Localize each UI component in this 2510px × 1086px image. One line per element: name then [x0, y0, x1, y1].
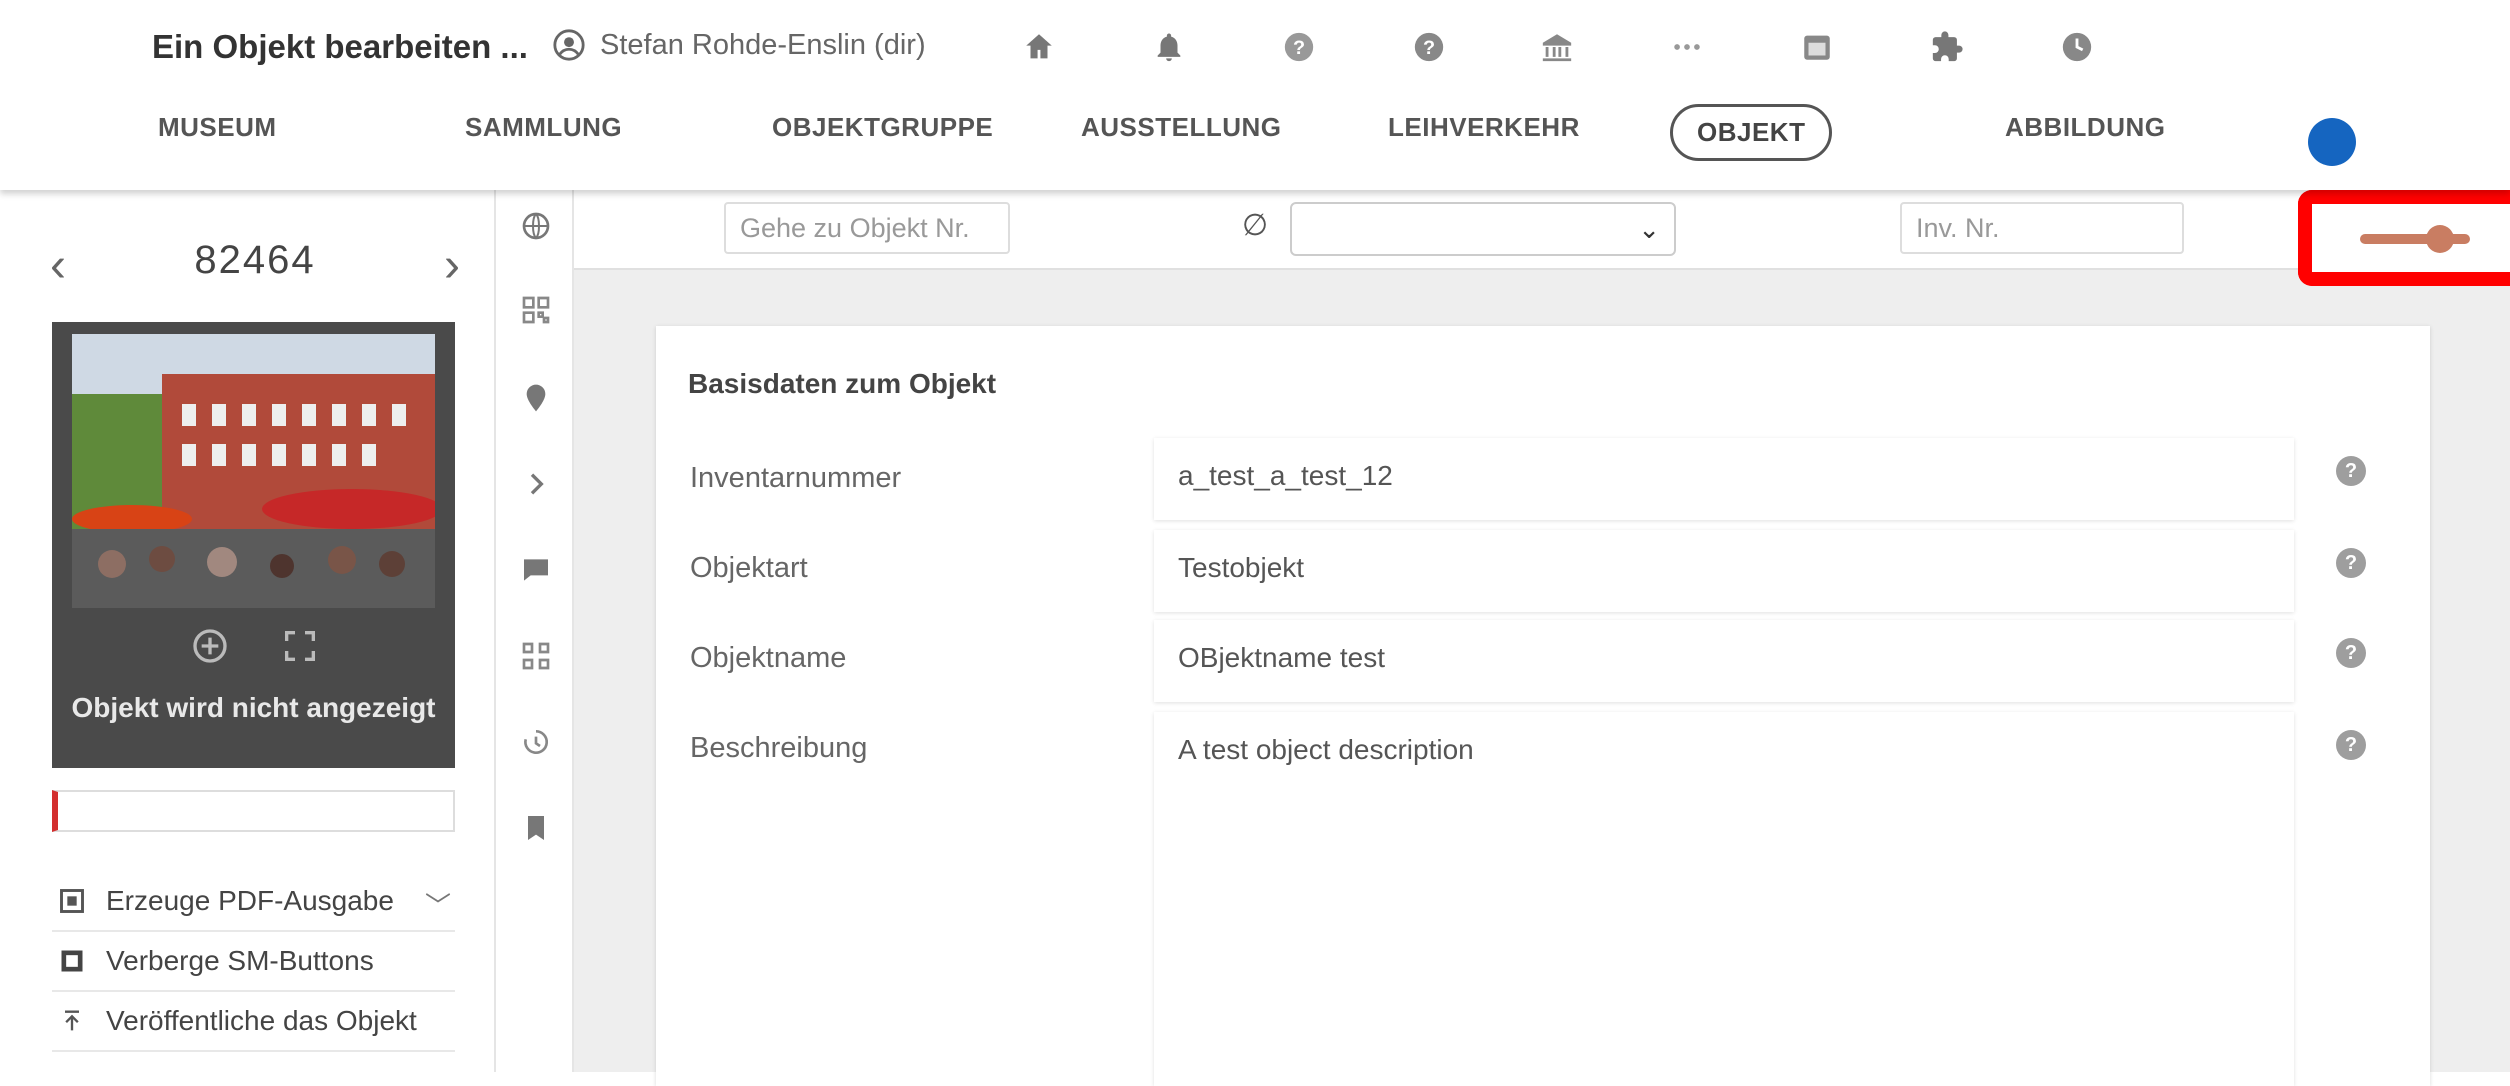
tab-sammlung[interactable]: SAMMLUNG — [465, 112, 622, 143]
status-bar — [52, 790, 455, 832]
fullscreen-icon[interactable] — [280, 626, 320, 666]
page-title: Ein Objekt bearbeiten ... — [152, 28, 528, 65]
object-number: 82464 — [194, 238, 316, 282]
object-toolbar: Gehe zu Objekt Nr. ∅ ⌄ Inv. Nr. — [574, 190, 2510, 286]
more-icon[interactable] — [1670, 30, 1704, 64]
help-icon[interactable]: ? — [1282, 30, 1316, 64]
description-field[interactable]: A test object description — [1154, 712, 2294, 1086]
tab-objekt[interactable]: OBJEKT — [1670, 104, 1833, 161]
help-icon[interactable]: ? — [2336, 638, 2366, 668]
object-navigator: ‹ 82464 › — [50, 238, 460, 298]
tab-leihverkehr[interactable]: LEIHVERKEHR — [1388, 112, 1580, 143]
publish-icon — [65, 1010, 79, 1031]
chevron-down-icon: ⌄ — [1638, 214, 1660, 244]
bookmark-icon[interactable] — [520, 812, 552, 844]
calendar-icon[interactable] — [1800, 30, 1834, 64]
tab-ausstellung[interactable]: AUSSTELLUNG — [1081, 112, 1282, 143]
object-select[interactable]: ⌄ — [1290, 202, 1676, 256]
goto-object-input[interactable]: Gehe zu Objekt Nr. — [724, 202, 1010, 254]
user-menu[interactable]: Stefan Rohde-Enslin (dir) — [552, 28, 926, 62]
tab-objektgruppe[interactable]: OBJEKTGRUPPE — [772, 112, 993, 143]
clock-icon[interactable] — [2060, 30, 2094, 64]
pdf-icon — [60, 889, 84, 913]
help-icon[interactable]: ? — [2336, 456, 2366, 486]
empty-filter-icon[interactable]: ∅ — [1242, 208, 1268, 243]
object-image-card: Objekt wird nicht angezeigt — [52, 322, 455, 768]
inventory-number-field[interactable]: a_test_a_test_12 — [1154, 438, 2294, 520]
main-tabs: MUSEUM SAMMLUNG OBJEKTGRUPPE AUSSTELLUNG… — [0, 104, 2510, 174]
tab-abbildung[interactable]: ABBILDUNG — [2005, 112, 2166, 143]
globe-icon[interactable] — [520, 210, 552, 242]
field-label: Objektart — [690, 552, 808, 584]
home-icon[interactable] — [1022, 30, 1056, 64]
help-circle-icon[interactable]: ? — [1412, 30, 1446, 64]
field-label: Beschreibung — [690, 732, 868, 764]
bell-icon[interactable] — [1152, 30, 1186, 64]
menu-item-label: Veröffentliche das Objekt — [106, 1005, 417, 1036]
svg-text:?: ? — [1293, 37, 1305, 59]
menu-item-hide-buttons[interactable]: Verberge SM-Buttons — [52, 932, 455, 992]
hide-buttons-icon — [61, 950, 83, 972]
svg-text:?: ? — [1423, 37, 1435, 59]
map-marker-icon[interactable] — [520, 382, 552, 414]
help-icon[interactable]: ? — [2336, 548, 2366, 578]
object-type-field[interactable]: Testobjekt — [1154, 530, 2294, 612]
avatar[interactable] — [2308, 118, 2356, 166]
qr-scan-icon[interactable] — [520, 640, 552, 672]
institution-icon[interactable] — [1540, 30, 1574, 64]
main-content: Gehe zu Objekt Nr. ∅ ⌄ Inv. Nr. Basisdat… — [574, 190, 2510, 1086]
view-slider[interactable] — [2360, 225, 2470, 253]
qr-code-icon[interactable] — [520, 294, 552, 326]
image-status-text: Objekt wird nicht angezeigt — [71, 692, 436, 723]
puzzle-icon[interactable] — [1930, 30, 1964, 64]
app-header: Ein Objekt bearbeiten ... Stefan Rohde-E… — [0, 0, 2510, 190]
field-label: Objektname — [690, 642, 847, 674]
menu-item-pdf[interactable]: Erzeuge PDF-Ausgabe ﹀ — [52, 872, 455, 932]
menu-item-label: Erzeuge PDF-Ausgabe — [106, 885, 394, 916]
tab-museum[interactable]: MUSEUM — [158, 112, 277, 143]
account-icon — [553, 29, 585, 61]
left-panel: ‹ 82464 › Objekt wird nicht angezeigt Er… — [0, 190, 494, 1072]
user-label: Stefan Rohde-Enslin (dir) — [600, 28, 926, 61]
slider-highlight-frame — [2298, 190, 2510, 286]
comment-icon[interactable] — [520, 554, 552, 586]
next-object-button[interactable]: › — [444, 238, 460, 293]
chevron-down-icon[interactable]: ﹀ — [425, 886, 451, 923]
menu-item-label: Verberge SM-Buttons — [106, 945, 374, 976]
section-title: Basisdaten zum Objekt — [688, 368, 997, 399]
chevron-right-icon[interactable] — [520, 468, 552, 500]
inventory-number-input[interactable]: Inv. Nr. — [1900, 202, 2184, 254]
slider-knob[interactable] — [2426, 225, 2454, 253]
help-icon[interactable]: ? — [2336, 730, 2366, 760]
zoom-in-icon[interactable] — [190, 626, 230, 666]
field-label: Inventarnummer — [690, 462, 902, 494]
history-icon[interactable] — [520, 726, 552, 758]
side-icon-strip — [494, 190, 574, 1072]
basic-data-card: Basisdaten zum Objekt Inventarnummer a_t… — [656, 326, 2430, 1086]
menu-item-publish[interactable]: Veröffentliche das Objekt — [52, 992, 455, 1052]
object-photo[interactable] — [72, 334, 435, 608]
object-name-field[interactable]: OBjektname test — [1154, 620, 2294, 702]
